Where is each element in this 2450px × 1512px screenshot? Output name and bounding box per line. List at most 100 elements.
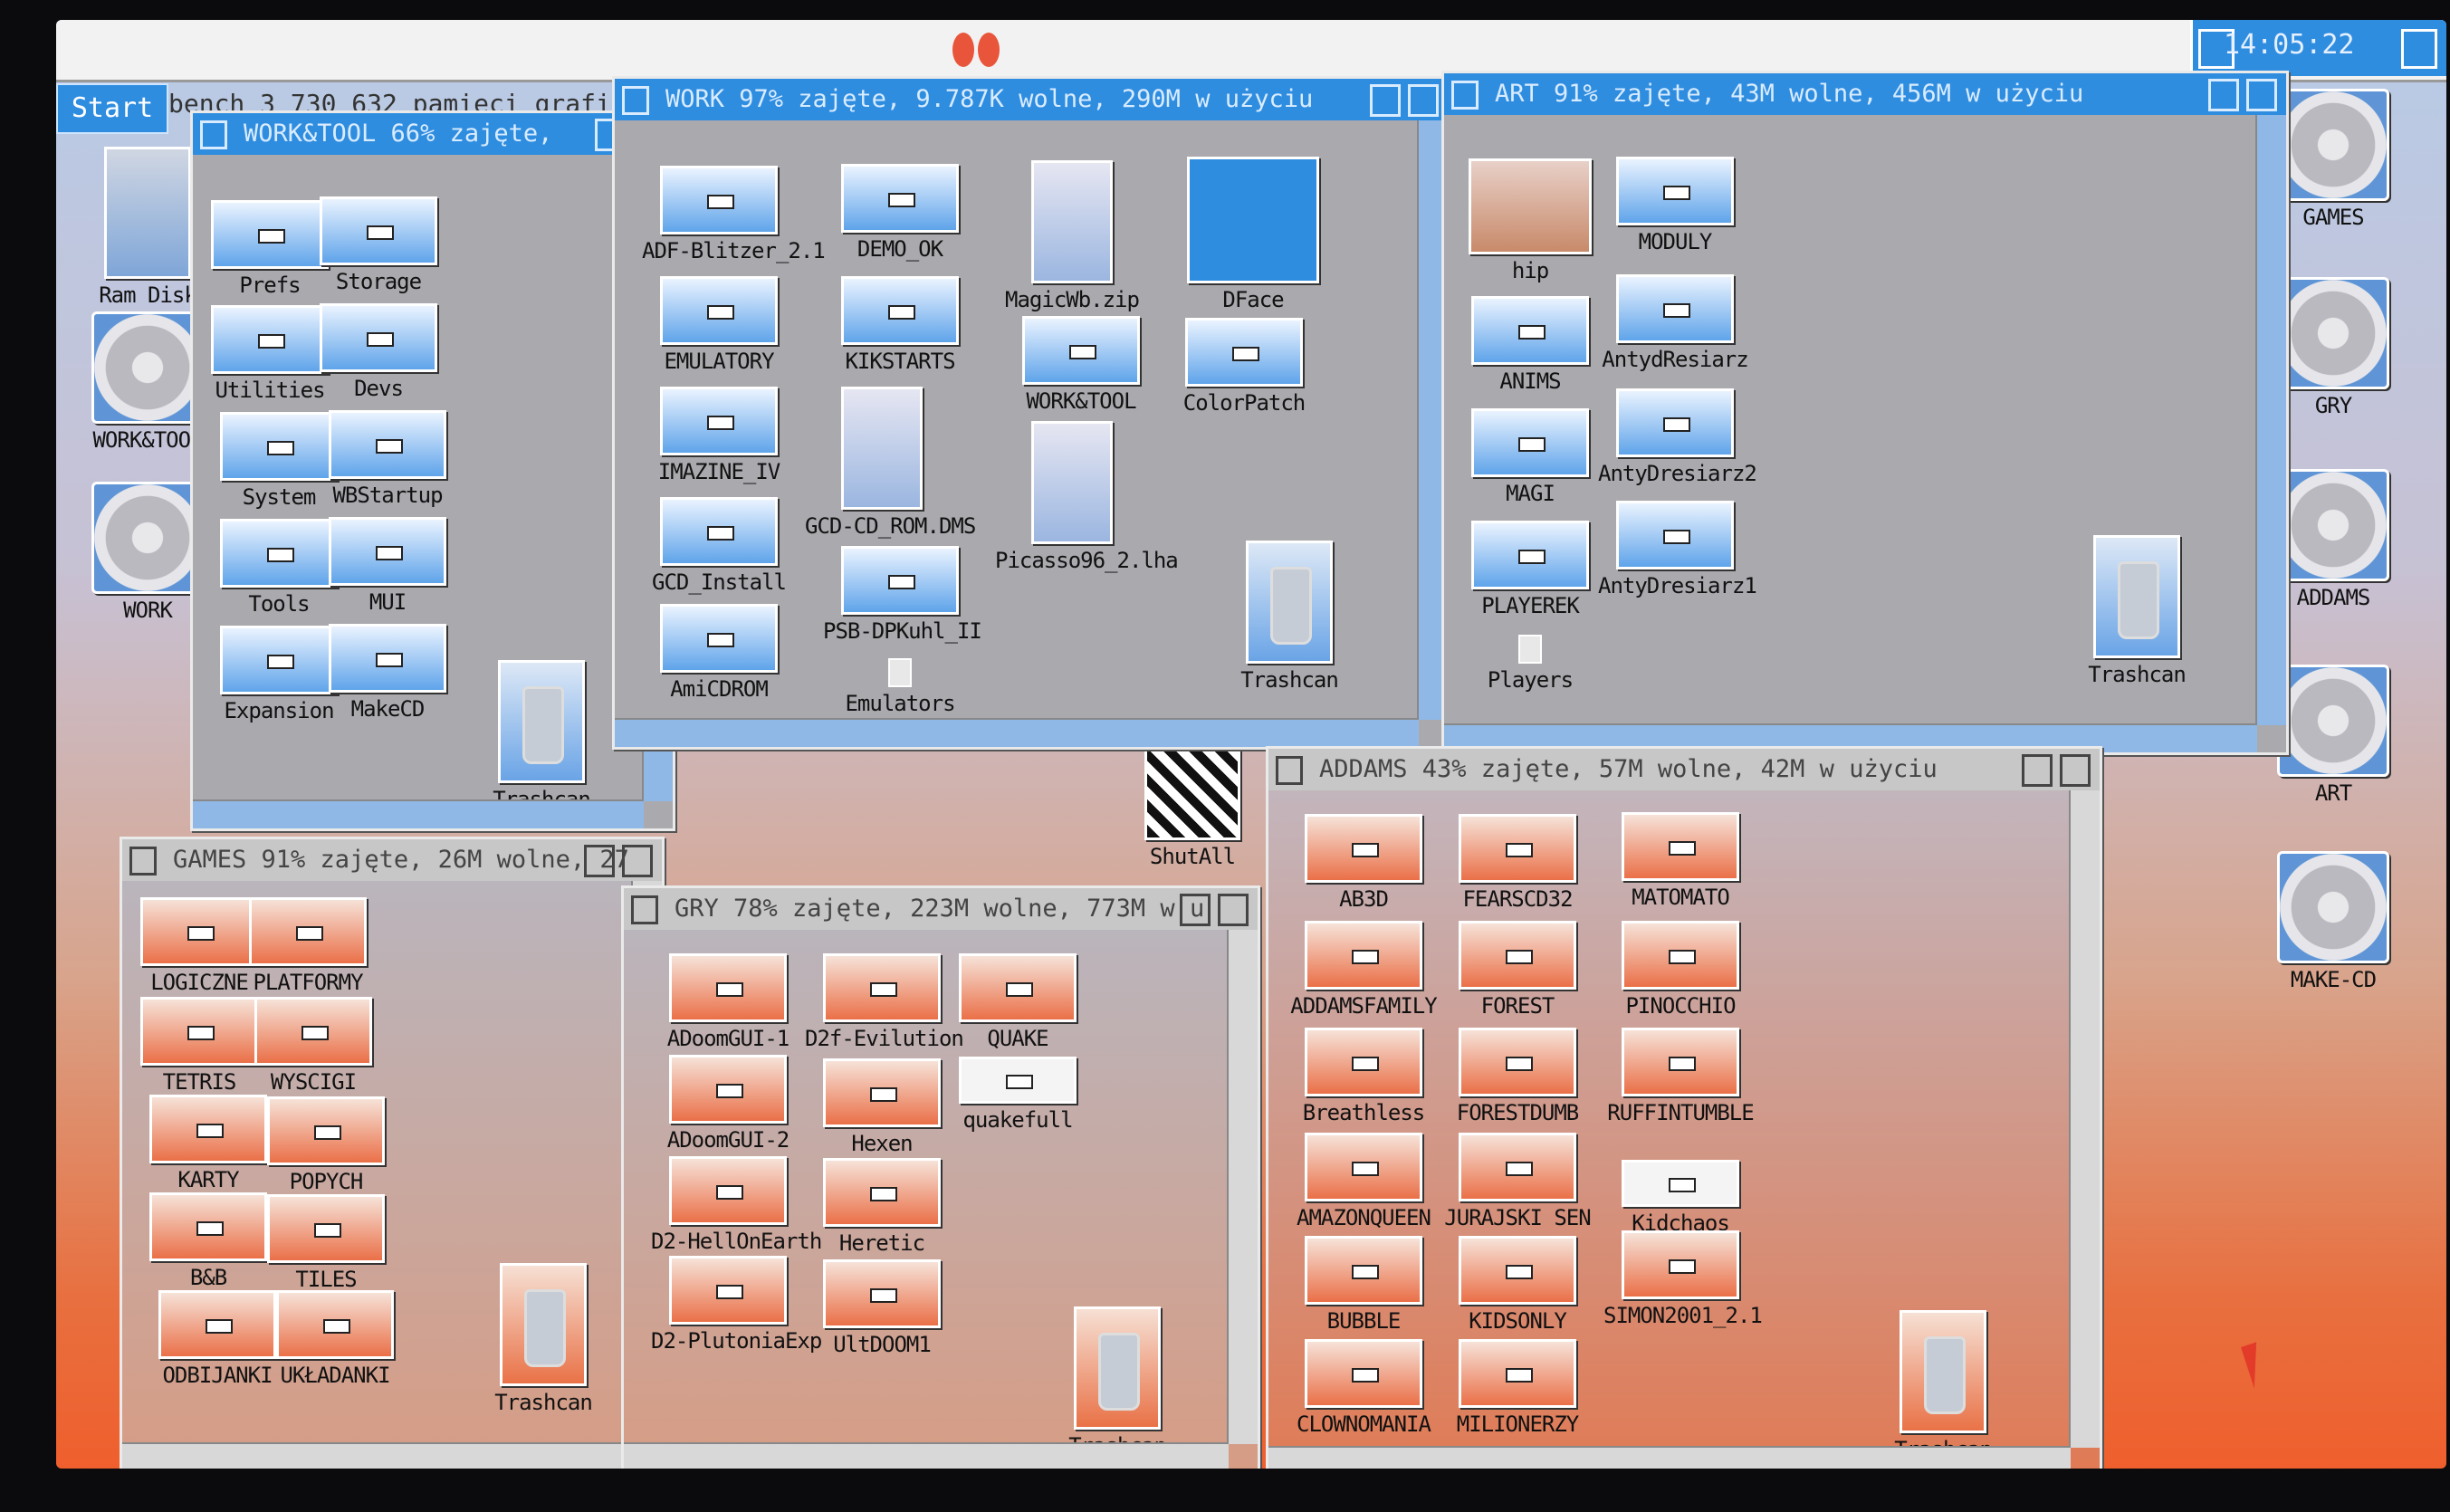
icon-hexen[interactable]: Hexen (805, 1058, 959, 1158)
vertical-scrollbar[interactable] (2255, 115, 2286, 725)
icon-clownomania[interactable]: CLOWNOMANIA (1287, 1339, 1440, 1439)
icon-quakefull[interactable]: quakefull (941, 1057, 1095, 1156)
close-gadget[interactable] (129, 847, 157, 876)
horizontal-scrollbar[interactable] (193, 799, 644, 828)
zoom-gadget[interactable] (2208, 79, 2239, 111)
icon-milionerzy[interactable]: MILIONERZY (1440, 1339, 1594, 1439)
icon-ukladanki[interactable]: UKŁADANKI (258, 1290, 412, 1390)
icon-tiles[interactable]: TILES (249, 1194, 403, 1294)
icon-makecd[interactable]: MakeCD (311, 624, 464, 723)
icon-hip[interactable]: hip (1453, 158, 1607, 283)
icon-anims[interactable]: ANIMS (1453, 296, 1607, 396)
icon-breathless[interactable]: Breathless (1287, 1028, 1440, 1127)
window-work[interactable]: WORK 97% zajęte, 9.787K wolne, 290M w uż… (612, 76, 1450, 750)
close-gadget[interactable] (200, 120, 227, 149)
icon-adoomgui-2[interactable]: ADoomGUI-2 (651, 1055, 805, 1154)
desktop-icon-shutall[interactable]: ShutAll (1115, 735, 1269, 869)
icon-fearscd32[interactable]: FEARSCD32 (1440, 814, 1594, 914)
vertical-scrollbar[interactable] (2069, 790, 2100, 1448)
drawer-icon (329, 517, 446, 586)
icon-devs[interactable]: Devs (301, 303, 455, 403)
icon-kidsonly[interactable]: KIDSONLY (1440, 1236, 1594, 1335)
close-gadget[interactable] (631, 895, 658, 924)
icon-moduly[interactable]: MODULY (1598, 157, 1752, 256)
icon-imazine[interactable]: IMAZINE_IV (642, 387, 796, 486)
icon-matomato[interactable]: MATOMATO (1603, 812, 1757, 912)
icon-adoomgui-1[interactable]: ADoomGUI-1 (651, 953, 805, 1053)
icon-playerek[interactable]: PLAYEREK (1453, 521, 1607, 620)
icon-gcd-install[interactable]: GCD_Install (642, 497, 796, 597)
horizontal-scrollbar[interactable] (122, 1442, 633, 1469)
icon-forest[interactable]: FOREST (1440, 921, 1594, 1020)
icon-players[interactable]: Players (1453, 635, 1607, 734)
icon-picasso96[interactable]: Picasso96_2.lha (995, 421, 1179, 573)
depth-gadget[interactable] (622, 845, 653, 877)
window-gry[interactable]: GRY 78% zajęte, 223M wolne, 773M w u ADo… (621, 885, 1260, 1469)
icon-worktool[interactable]: WORK&TOOL (1004, 316, 1158, 416)
icon-ultdoom1[interactable]: UltDOOM1 (805, 1259, 959, 1359)
icon-jurajski-sen[interactable]: JURAJSKI SEN (1440, 1133, 1594, 1232)
depth-gadget[interactable] (1218, 894, 1249, 926)
icon-trashcan[interactable]: Trashcan (1212, 541, 1366, 693)
icon-demo-ok[interactable]: DEMO_OK (823, 164, 977, 263)
icon-wbstartup[interactable]: WBStartup (311, 410, 464, 510)
icon-popych[interactable]: POPYCH (249, 1096, 403, 1196)
icon-emulatory[interactable]: EMULATORY (642, 276, 796, 376)
icon-mui[interactable]: MUI (311, 517, 464, 617)
depth-gadget[interactable] (2060, 754, 2091, 787)
icon-antydresiarz2[interactable]: AntyDresiarz2 (1598, 388, 1757, 488)
icon-addamsfamily[interactable]: ADDAMSFAMILY (1287, 921, 1440, 1020)
icon-forestdumb[interactable]: FORESTDUMB (1440, 1028, 1594, 1127)
icon-gcd-cd-rom[interactable]: GCD-CD_ROM.DMS (805, 387, 976, 539)
depth-gadget[interactable] (1408, 84, 1439, 117)
horizontal-scrollbar[interactable] (615, 718, 1419, 747)
icon-amazonqueen[interactable]: AMAZONQUEEN (1287, 1133, 1440, 1232)
window-games[interactable]: GAMES 91% zajęte, 26M wolne, 27 LOGICZNE… (120, 837, 665, 1469)
icon-simon2001[interactable]: SIMON2001_2.1 (1603, 1230, 1763, 1330)
icon-d2-hellonearth[interactable]: D2-HellOnEarth (651, 1156, 822, 1256)
icon-magi[interactable]: MAGI (1453, 408, 1607, 508)
icon-dface[interactable]: DFace (1176, 157, 1330, 312)
icon-adf-blitzer[interactable]: ADF-Blitzer_2.1 (642, 166, 826, 265)
icon-heretic[interactable]: Heretic (805, 1158, 959, 1258)
window-addams[interactable]: ADDAMS 43% zajęte, 57M wolne, 42M w użyc… (1266, 746, 2102, 1469)
icon-d2f-evilution[interactable]: D2f-Evilution (805, 953, 964, 1053)
icon-d2-plutoniaexp[interactable]: D2-PlutoniaExp (651, 1256, 822, 1355)
horizontal-scrollbar[interactable] (624, 1442, 1229, 1469)
icon-psb-dpkuhl[interactable]: PSB-DPKuhl_II (823, 546, 982, 646)
icon-bubble[interactable]: BUBBLE (1287, 1236, 1440, 1335)
icon-antydresiarz1[interactable]: AntyDresiarz1 (1598, 501, 1757, 600)
icon-ruffintumble[interactable]: RUFFINTUMBLE (1603, 1028, 1757, 1127)
icon-pinocchio[interactable]: PINOCCHIO (1603, 921, 1757, 1020)
zoom-gadget[interactable] (2022, 754, 2053, 787)
vertical-scrollbar[interactable] (1227, 930, 1258, 1444)
icon-trashcan[interactable]: Trashcan (2060, 535, 2214, 687)
icon-trashcan[interactable]: Trashcan (466, 1263, 620, 1415)
icon-colorpatch[interactable]: ColorPatch (1167, 318, 1321, 417)
close-gadget[interactable] (1276, 756, 1303, 785)
icon-trashcan[interactable]: Trashcan (464, 660, 618, 812)
icon-antydresiarz[interactable]: AntydResiarz (1598, 274, 1752, 374)
icon-magicwb[interactable]: MagicWb.zip (995, 160, 1149, 312)
icon-trashcan[interactable]: Trashcan (1040, 1306, 1194, 1459)
icon-quake[interactable]: QUAKE (941, 953, 1095, 1053)
icon-amicdrom[interactable]: AmiCDROM (642, 604, 796, 703)
icon-kikstarts[interactable]: KIKSTARTS (823, 276, 977, 376)
close-gadget[interactable] (1451, 81, 1479, 110)
icon-ab3d[interactable]: AB3D (1287, 814, 1440, 914)
icon-wyscigi[interactable]: WYSCIGI (236, 997, 390, 1096)
close-gadget[interactable] (622, 86, 649, 115)
horizontal-scrollbar[interactable] (1268, 1446, 2071, 1469)
depth-gadget[interactable] (2246, 79, 2277, 111)
zoom-gadget[interactable] (584, 845, 615, 877)
zoom-gadget[interactable] (1370, 84, 1401, 117)
icon-platformy[interactable]: PLATFORMY (231, 897, 385, 997)
zoom-gadget[interactable] (1180, 894, 1211, 926)
screen-depth-gadget[interactable] (2401, 29, 2437, 69)
start-button[interactable]: Start (56, 83, 168, 134)
window-worktool[interactable]: WORK&TOOL 66% zajęte, Prefs Storage Util… (190, 110, 675, 831)
desktop-icon-makecd[interactable]: MAKE-CD (2256, 851, 2410, 992)
window-art[interactable]: ART 91% zajęte, 43M wolne, 456M w użyciu… (1441, 71, 2289, 755)
icon-storage[interactable]: Storage (301, 196, 455, 296)
icon-trashcan[interactable]: Trashcan (1866, 1310, 2020, 1462)
